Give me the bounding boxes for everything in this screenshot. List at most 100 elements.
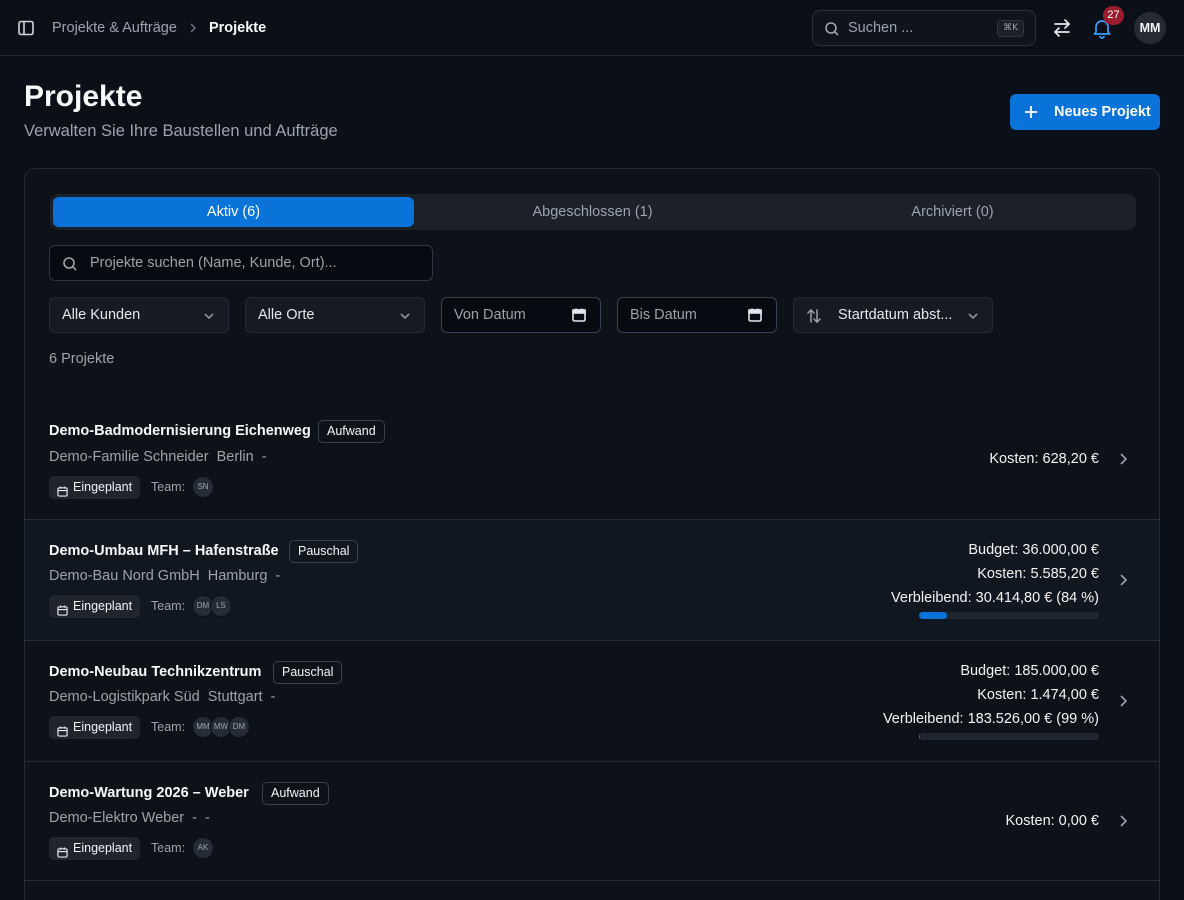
- status-badge: Eingeplant: [49, 595, 141, 618]
- project-search-placeholder: Projekte suchen (Name, Kunde, Ort)...: [90, 255, 337, 271]
- chevron-down-icon: [202, 309, 216, 323]
- project-financials: Budget: 185.000,00 € Kosten: 1.474,00 € …: [883, 659, 1099, 731]
- budget-progress-fill: [919, 733, 921, 740]
- team-avatars: DM LS: [192, 595, 232, 617]
- page-subtitle: Verwalten Sie Ihre Baustellen und Aufträ…: [24, 122, 338, 140]
- status-badge: Eingeplant: [49, 476, 141, 499]
- team-avatars: SN: [192, 476, 214, 498]
- user-avatar[interactable]: MM: [1134, 12, 1166, 44]
- chevron-down-icon: [966, 309, 980, 323]
- location-filter-value: Alle Orte: [258, 307, 315, 323]
- sidebar-toggle-icon[interactable]: [17, 19, 35, 37]
- project-name: Demo-Wartung 2026 – Weber: [49, 785, 249, 801]
- project-financials: Kosten: 0,00 €: [1005, 809, 1099, 833]
- chevron-down-icon: [398, 309, 412, 323]
- status-badge: Eingeplant: [49, 837, 141, 860]
- team-label: Team:: [151, 720, 186, 734]
- team-member-avatar: DM: [228, 716, 250, 738]
- project-client-location: Demo-Elektro Weber - -: [49, 810, 210, 826]
- billing-type-badge: Pauschal: [273, 661, 343, 684]
- project-name: Demo-Neubau Technikzentrum: [49, 664, 262, 680]
- location-filter-select[interactable]: Alle Orte: [245, 297, 425, 333]
- breadcrumb: Projekte & Aufträge Projekte: [52, 18, 266, 38]
- notification-badge: 27: [1103, 6, 1124, 25]
- to-date-input[interactable]: Bis Datum: [617, 297, 777, 333]
- switch-icon[interactable]: [1051, 17, 1073, 39]
- project-row[interactable]: Demo-Umbau MFH – Hafenstraße Pauschal De…: [25, 520, 1159, 641]
- budget-progress-bar: [919, 612, 1099, 619]
- project-count: 6 Projekte: [49, 351, 115, 367]
- breadcrumb-current: Projekte: [208, 20, 267, 36]
- budget-progress-bar: [919, 733, 1099, 740]
- from-date-placeholder: Von Datum: [454, 307, 526, 323]
- search-icon: [62, 256, 78, 272]
- customer-filter-value: Alle Kunden: [62, 307, 141, 323]
- billing-type-badge: Aufwand: [262, 782, 329, 805]
- remaining-amount: Verbleibend: 183.526,00 € (99 %): [882, 711, 1099, 727]
- from-date-input[interactable]: Von Datum: [441, 297, 601, 333]
- status-label: Eingeplant: [73, 480, 133, 494]
- budget-amount: Budget: 185.000,00 €: [960, 663, 1099, 679]
- search-icon: [824, 21, 840, 37]
- team-label: Team:: [151, 480, 186, 494]
- team-avatars: MM MW DM: [192, 716, 250, 738]
- top-bar: Projekte & Aufträge Projekte Suchen ... …: [0, 0, 1184, 56]
- cost-amount: Kosten: 1.474,00 €: [977, 687, 1099, 703]
- project-client-location: Demo-Logistikpark Süd Stuttgart -: [49, 689, 276, 705]
- project-row[interactable]: Demo-Neubau Technikzentrum Pauschal Demo…: [25, 641, 1159, 762]
- chevron-right-icon[interactable]: [1115, 572, 1131, 588]
- cost-amount: Kosten: 0,00 €: [1005, 813, 1099, 829]
- page-title: Projekte: [24, 80, 143, 113]
- project-financials: Kosten: 628,20 €: [989, 447, 1099, 471]
- cost-amount: Kosten: 5.585,20 €: [977, 566, 1099, 582]
- billing-type-badge: Aufwand: [318, 420, 385, 443]
- project-row[interactable]: Demo-Wartung 2026 – Weber Aufwand Demo-E…: [25, 762, 1159, 881]
- project-search-input[interactable]: Projekte suchen (Name, Kunde, Ort)...: [49, 245, 433, 281]
- budget-amount: Budget: 36.000,00 €: [968, 542, 1099, 558]
- team-member-avatar: LS: [210, 595, 232, 617]
- breadcrumb-parent[interactable]: Projekte & Aufträge: [52, 20, 177, 36]
- project-client-location: Demo-Familie Schneider Berlin -: [49, 449, 267, 465]
- team-label: Team:: [151, 599, 186, 613]
- team-label: Team:: [151, 841, 186, 855]
- tab-active[interactable]: Aktiv (6): [53, 197, 414, 227]
- sort-arrows-icon: [806, 308, 822, 324]
- global-search-input[interactable]: Suchen ... ⌘K: [812, 10, 1036, 46]
- new-project-label: Neues Projekt: [1054, 104, 1151, 120]
- status-label: Eingeplant: [73, 599, 133, 613]
- chevron-right-icon[interactable]: [1115, 451, 1131, 467]
- search-placeholder: Suchen ...: [848, 20, 914, 36]
- project-row[interactable]: Demo-Badmodernisierung Eichenweg Aufwand…: [25, 399, 1159, 520]
- project-client-location: Demo-Bau Nord GmbH Hamburg -: [49, 568, 281, 584]
- chevron-right-icon: [187, 22, 199, 34]
- budget-progress-fill: [919, 612, 947, 619]
- tab-archived[interactable]: Archiviert (0): [772, 197, 1133, 227]
- customer-filter-select[interactable]: Alle Kunden: [49, 297, 229, 333]
- new-project-button[interactable]: Neues Projekt: [1010, 94, 1160, 130]
- remaining-amount: Verbleibend: 30.414,80 € (84 %): [891, 590, 1099, 606]
- project-financials: Budget: 36.000,00 € Kosten: 5.585,20 € V…: [891, 538, 1099, 610]
- calendar-icon: [57, 722, 68, 737]
- project-name: Demo-Badmodernisierung Eichenweg: [49, 423, 311, 439]
- sort-value: Startdatum abst...: [838, 307, 953, 323]
- status-badge: Eingeplant: [49, 716, 141, 739]
- team-member-avatar: AK: [192, 837, 214, 859]
- status-label: Eingeplant: [73, 720, 133, 734]
- project-name: Demo-Umbau MFH – Hafenstraße: [49, 543, 279, 559]
- tab-completed[interactable]: Abgeschlossen (1): [412, 197, 773, 227]
- chevron-right-icon[interactable]: [1115, 813, 1131, 829]
- status-label: Eingeplant: [73, 841, 133, 855]
- sort-select[interactable]: Startdatum abst...: [793, 297, 993, 333]
- calendar-icon: [57, 843, 68, 858]
- calendar-icon: [57, 482, 68, 497]
- calendar-icon[interactable]: [747, 307, 763, 323]
- to-date-placeholder: Bis Datum: [630, 307, 697, 323]
- team-avatars: AK: [192, 837, 214, 859]
- status-tabs: Aktiv (6) Abgeschlossen (1) Archiviert (…: [50, 194, 1136, 230]
- projects-card: Aktiv (6) Abgeschlossen (1) Archiviert (…: [24, 168, 1160, 900]
- chevron-right-icon[interactable]: [1115, 693, 1131, 709]
- billing-type-badge: Pauschal: [289, 540, 359, 563]
- calendar-icon[interactable]: [571, 307, 587, 323]
- team-member-avatar: SN: [192, 476, 214, 498]
- calendar-icon: [57, 601, 68, 616]
